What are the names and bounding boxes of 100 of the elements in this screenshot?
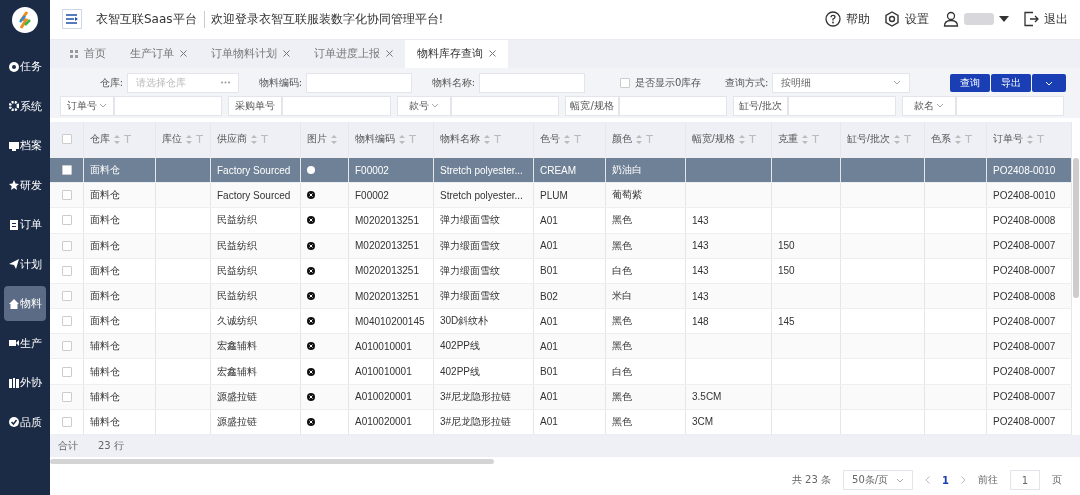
table-cell: 宏鑫辅料 bbox=[217, 339, 257, 354]
tab[interactable]: 首页 bbox=[58, 39, 118, 68]
tab[interactable]: 订单物料计划 bbox=[199, 39, 302, 68]
page-input[interactable]: 1 bbox=[1010, 470, 1040, 490]
sidebar-item[interactable]: 档案 bbox=[4, 128, 46, 163]
settings-button[interactable]: 设置 bbox=[884, 11, 929, 28]
column-header[interactable]: 克重 bbox=[778, 132, 798, 147]
sort-icon bbox=[186, 134, 192, 144]
input-field[interactable] bbox=[787, 95, 896, 116]
field-type-select[interactable]: 款名 bbox=[901, 95, 956, 116]
row-checkbox[interactable] bbox=[61, 190, 72, 201]
table-row[interactable]: 面料仓 Factory Sourced F00002 Stretch polyester... PLUM 葡萄紫 PO2408-0010 bbox=[50, 183, 1072, 209]
image-placeholder-icon bbox=[307, 292, 315, 300]
table-cell: 3CM bbox=[692, 416, 714, 428]
query-mode-select[interactable]: 按明细 bbox=[772, 72, 911, 93]
image-placeholder-icon bbox=[307, 241, 315, 250]
help-button[interactable]: 帮助 bbox=[825, 11, 870, 28]
select-all-checkbox[interactable] bbox=[61, 134, 72, 145]
tab[interactable]: 订单进度上报 bbox=[302, 39, 405, 68]
table-row[interactable]: 面料仓 民益纺织 M0202013251 弹力缎面雪纹 A01 黑色 143 PO2408-0008 bbox=[50, 208, 1072, 234]
field-label-box: 幅宽/规格 bbox=[565, 95, 620, 116]
action-button[interactable]: 查询 bbox=[950, 73, 990, 92]
field-type-select[interactable]: 款号 bbox=[396, 95, 451, 116]
table-cell: 白色 bbox=[612, 364, 632, 379]
table-row[interactable]: 辅料仓 源盛拉链 A010020001 3#尼龙隐形拉链 A01 黑色 3CM PO2408-0007 bbox=[50, 409, 1072, 436]
table-cell: 面料仓 bbox=[90, 238, 120, 253]
input-field[interactable] bbox=[450, 95, 560, 116]
image-placeholder-icon bbox=[307, 166, 315, 175]
column-header[interactable]: 仓库 bbox=[90, 132, 110, 147]
column-header[interactable]: 色系 bbox=[931, 132, 951, 147]
logout-button[interactable]: 退出 bbox=[1023, 11, 1068, 28]
user-button[interactable] bbox=[943, 11, 1009, 28]
input-field[interactable] bbox=[619, 95, 728, 116]
table-cell: PLUM bbox=[540, 189, 568, 201]
table-cell: PO2408-0007 bbox=[993, 340, 1056, 352]
checkbox[interactable] bbox=[620, 77, 630, 88]
goto-label: 前往 bbox=[978, 473, 998, 487]
table-cell: 黑色 bbox=[612, 414, 632, 429]
row-checkbox[interactable] bbox=[61, 341, 72, 352]
column-header[interactable]: 色号 bbox=[540, 132, 560, 147]
input-field[interactable] bbox=[306, 72, 412, 93]
row-checkbox[interactable] bbox=[61, 165, 72, 176]
column-header[interactable]: 库位 bbox=[162, 132, 182, 147]
column-header[interactable]: 颜色 bbox=[612, 132, 632, 147]
input-field[interactable] bbox=[955, 95, 1065, 116]
table-cell: 145 bbox=[778, 315, 795, 327]
sidebar-item[interactable]: 物料 bbox=[4, 286, 46, 321]
sidebar-item[interactable]: 任务 bbox=[4, 49, 46, 84]
column-header[interactable]: 物料名称 bbox=[440, 132, 480, 147]
sidebar-item[interactable]: 订单 bbox=[4, 207, 46, 242]
row-checkbox[interactable] bbox=[61, 391, 72, 402]
sidebar-item[interactable]: 生产 bbox=[4, 325, 46, 361]
column-header[interactable]: 供应商 bbox=[217, 132, 247, 147]
table-row[interactable]: 辅料仓 宏鑫辅料 A010010001 402PP线 B01 白色 PO2408-0007 bbox=[50, 359, 1072, 385]
row-checkbox[interactable] bbox=[61, 291, 72, 301]
page-number[interactable]: 1 bbox=[942, 474, 949, 486]
scrollbar[interactable] bbox=[1073, 157, 1079, 298]
sidebar-item[interactable]: 计划 bbox=[4, 246, 46, 282]
table-row[interactable]: 辅料仓 源盛拉链 A010020001 3#尼龙隐形拉链 A01 黑色 3.5CM PO2408-0007 bbox=[50, 384, 1072, 410]
sidebar-item[interactable]: 研发 bbox=[4, 167, 46, 203]
column-header[interactable]: 缸号/批次 bbox=[847, 132, 890, 147]
row-checkbox[interactable] bbox=[61, 416, 72, 427]
sidebar-item[interactable]: 品质 bbox=[4, 404, 46, 440]
dropdown-button[interactable] bbox=[1032, 73, 1066, 92]
table-cell: A01 bbox=[540, 340, 558, 352]
page-size-select[interactable]: 50条/页 bbox=[843, 470, 914, 490]
image-placeholder-icon bbox=[307, 342, 315, 351]
table-cell: 黑色 bbox=[612, 238, 632, 253]
sidebar-item[interactable]: 外协 bbox=[4, 365, 46, 400]
total-count: 共 23 条 bbox=[791, 473, 832, 487]
row-checkbox[interactable] bbox=[61, 265, 72, 276]
field-type-select[interactable]: 订单号 bbox=[60, 95, 115, 116]
close-icon bbox=[180, 50, 187, 58]
table-row[interactable]: 面料仓 民益纺织 M0202013251 弹力缎面雪纹 B01 白色 143 150 PO2408-0007 bbox=[50, 258, 1072, 284]
table-row[interactable]: 面料仓 民益纺织 M0202013251 弹力缎面雪纹 B02 米白 143 PO2408-0008 bbox=[50, 283, 1072, 310]
table-cell: 150 bbox=[778, 240, 795, 252]
input-field[interactable] bbox=[282, 95, 391, 116]
input-field[interactable] bbox=[114, 95, 223, 116]
sidebar-item[interactable]: 系统 bbox=[4, 88, 46, 124]
table-row[interactable]: 面料仓 久诚纺织 M04010200145 30D斜纹朴 A01 黑色 148 145 PO2408-0007 bbox=[50, 309, 1072, 335]
sort-icon bbox=[564, 134, 570, 144]
column-header[interactable]: 幅宽/规格 bbox=[692, 132, 735, 147]
table-row[interactable]: 辅料仓 宏鑫辅料 A010010001 402PP线 A01 黑色 PO2408-0007 bbox=[50, 334, 1072, 360]
input-field[interactable] bbox=[479, 72, 585, 93]
column-header[interactable]: 订单号 bbox=[993, 132, 1023, 147]
table-row[interactable]: 面料仓 Factory Sourced F00002 Stretch polyester... CREAM 奶油白 PO2408-0010 bbox=[50, 157, 1072, 184]
column-header[interactable]: 图片 bbox=[307, 132, 327, 147]
chevron-down-icon bbox=[935, 103, 944, 109]
tab[interactable]: 生产订单 bbox=[118, 39, 199, 68]
row-checkbox[interactable] bbox=[61, 215, 72, 226]
filter-icon bbox=[646, 135, 653, 144]
row-checkbox[interactable] bbox=[61, 240, 72, 251]
row-checkbox[interactable] bbox=[61, 366, 72, 377]
scrollbar[interactable] bbox=[50, 459, 494, 465]
table-row[interactable]: 面料仓 民益纺织 M0202013251 弹力缎面雪纹 A01 黑色 143 150 PO2408-0007 bbox=[50, 233, 1072, 259]
column-header[interactable]: 物料编码 bbox=[355, 132, 395, 147]
action-button[interactable]: 导出 bbox=[991, 73, 1031, 92]
sort-icon bbox=[484, 134, 490, 144]
row-checkbox[interactable] bbox=[61, 316, 72, 327]
tab[interactable]: 物料库存查询 bbox=[405, 39, 508, 68]
